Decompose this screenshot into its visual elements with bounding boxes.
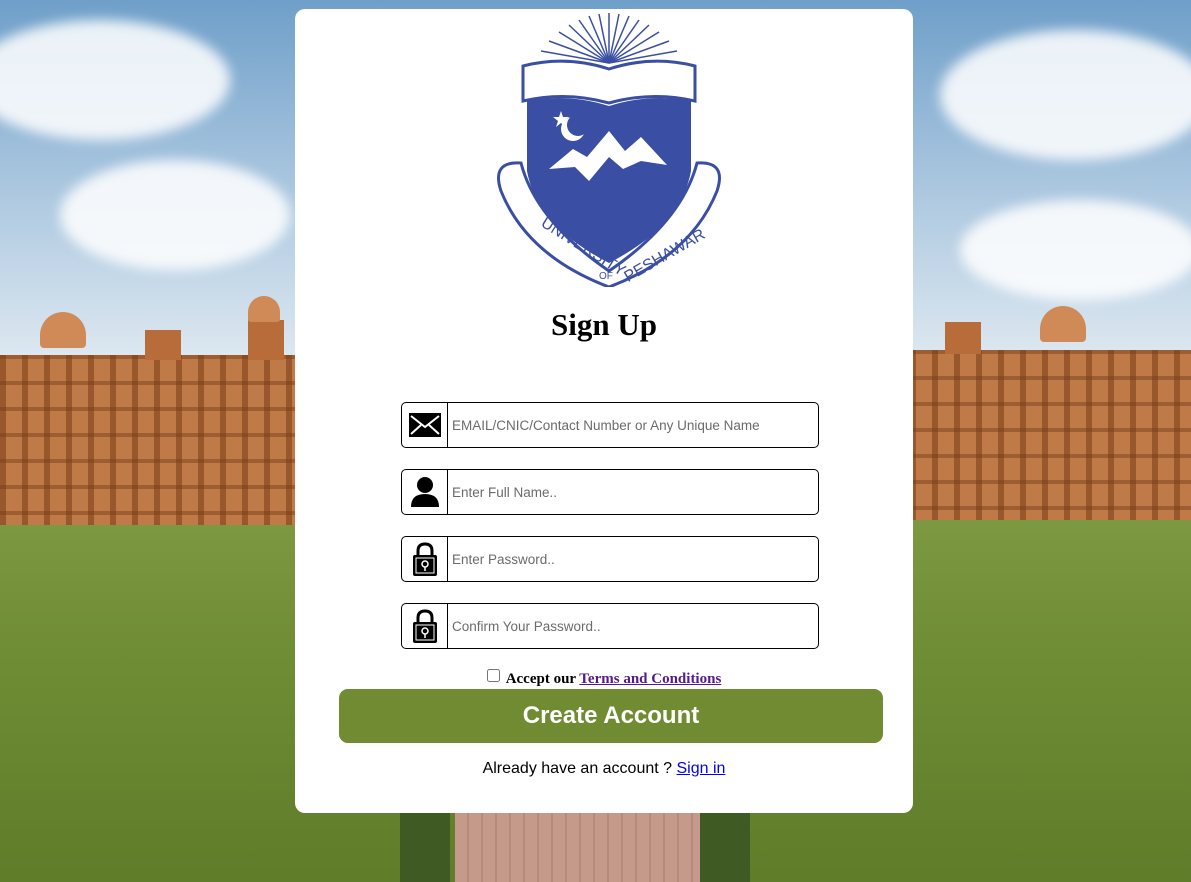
signin-link[interactable]: Sign in <box>677 760 726 777</box>
full-name-input[interactable] <box>448 470 822 514</box>
confirm-password-field[interactable] <box>401 603 822 649</box>
confirm-password-input[interactable] <box>448 604 822 648</box>
logo-of-text: OF <box>599 271 613 282</box>
envelope-icon <box>402 403 448 447</box>
signin-row: Already have an account ? Sign in <box>295 760 913 778</box>
terms-prefix: Accept our <box>505 671 576 687</box>
lock-icon <box>402 537 448 581</box>
password-input[interactable] <box>448 537 822 581</box>
terms-link[interactable]: Terms and Conditions <box>579 671 721 687</box>
signup-card: UNIVERSITY OF PESHAWAR Sign Up EMAIL/CNI… <box>295 9 913 813</box>
lock-icon <box>402 604 448 648</box>
create-account-button[interactable]: Create Account <box>339 689 883 743</box>
email-field[interactable] <box>401 402 822 448</box>
email-input[interactable] <box>448 403 822 447</box>
university-of-peshawar-logo: UNIVERSITY OF PESHAWAR <box>497 13 721 287</box>
signin-prompt: Already have an account ? <box>482 760 673 777</box>
page-title: Sign Up <box>551 307 657 342</box>
terms-row: Accept our Terms and Conditions <box>295 669 913 688</box>
full-name-field[interactable] <box>401 469 822 515</box>
user-icon <box>402 470 448 514</box>
password-field[interactable] <box>401 536 822 582</box>
terms-checkbox[interactable] <box>486 669 500 682</box>
